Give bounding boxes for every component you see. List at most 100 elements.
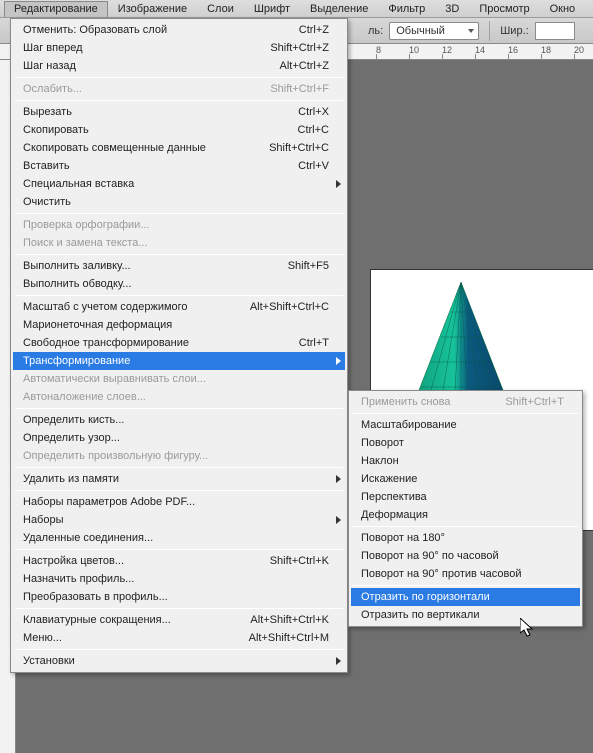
transform-submenu-item[interactable]: Поворот на 90° по часовой	[351, 547, 580, 565]
menubar-item-8[interactable]: Окно	[540, 1, 586, 17]
menubar-item-0[interactable]: Редактирование	[4, 1, 108, 17]
menu-item-label: Отразить по горизонтали	[361, 591, 490, 603]
menu-item-label: Масштабирование	[361, 419, 457, 431]
style-select[interactable]: Обычный	[389, 22, 479, 40]
menubar-item-1[interactable]: Изображение	[108, 1, 197, 17]
transform-submenu-item[interactable]: Поворот на 180°	[351, 529, 580, 547]
menu-item-label: Установки	[23, 655, 75, 667]
transform-submenu-item[interactable]: Поворот на 90° против часовой	[351, 565, 580, 583]
transform-submenu-item[interactable]: Перспектива	[351, 488, 580, 506]
menu-item-shortcut: Alt+Shift+Ctrl+M	[249, 632, 329, 644]
edit-menu-item[interactable]: Определить кисть...	[13, 411, 345, 429]
edit-menu-item[interactable]: Отменить: Образовать слой Ctrl+Z	[13, 21, 345, 39]
edit-menu-item[interactable]: Выполнить заливку...Shift+F5	[13, 257, 345, 275]
menu-item-shortcut: Shift+Ctrl+Z	[270, 42, 329, 54]
menu-item-label: Вырезать	[23, 106, 72, 118]
edit-menu-item[interactable]: Шаг впередShift+Ctrl+Z	[13, 39, 345, 57]
style-label: ль:	[368, 25, 383, 37]
edit-menu-item[interactable]: Выполнить обводку...	[13, 275, 345, 293]
edit-menu-item[interactable]: Вырезать Ctrl+X	[13, 103, 345, 121]
menu-item-label: Ослабить...	[23, 83, 82, 95]
edit-menu-item[interactable]: Определить узор...	[13, 429, 345, 447]
menubar-item-5[interactable]: Фильтр	[378, 1, 435, 17]
transform-submenu-item[interactable]: Поворот	[351, 434, 580, 452]
menubar-item-4[interactable]: Выделение	[300, 1, 378, 17]
menu-item-label: Перспектива	[361, 491, 427, 503]
edit-menu-item: Ослабить...Shift+Ctrl+F	[13, 80, 345, 98]
menu-item-label: Вставить	[23, 160, 70, 172]
menu-item-label: Деформация	[361, 509, 428, 521]
edit-menu-item[interactable]: Очистить	[13, 193, 345, 211]
edit-menu-item[interactable]: Настройка цветов...Shift+Ctrl+K	[13, 552, 345, 570]
menu-item-label: Трансформирование	[23, 355, 130, 367]
menu-item-label: Определить кисть...	[23, 414, 124, 426]
transform-submenu-item[interactable]: Деформация	[351, 506, 580, 524]
edit-menu-item[interactable]: Клавиатурные сокращения...Alt+Shift+Ctrl…	[13, 611, 345, 629]
edit-menu-item[interactable]: Трансформирование	[13, 352, 345, 370]
menu-item-shortcut: Ctrl+X	[298, 106, 329, 118]
menubar-item-6[interactable]: 3D	[435, 1, 469, 17]
edit-menu-item[interactable]: СкопироватьCtrl+C	[13, 121, 345, 139]
menu-item-shortcut: Ctrl+Z	[299, 24, 329, 36]
edit-menu-item[interactable]: ВставитьCtrl+V	[13, 157, 345, 175]
menu-separator	[15, 77, 343, 78]
transform-submenu-item[interactable]: Масштабирование	[351, 416, 580, 434]
transform-submenu-item[interactable]: Искажение	[351, 470, 580, 488]
ruler-tick: 14	[475, 45, 485, 55]
edit-menu-item[interactable]: Установки	[13, 652, 345, 670]
menu-item-label: Определить узор...	[23, 432, 120, 444]
menu-item-label: Марионеточная деформация	[23, 319, 172, 331]
edit-menu-item[interactable]: Удаленные соединения...	[13, 529, 345, 547]
edit-menu-item[interactable]: Наборы параметров Adobe PDF...	[13, 493, 345, 511]
edit-menu-item[interactable]: Специальная вставка	[13, 175, 345, 193]
menu-item-label: Удалить из памяти	[23, 473, 119, 485]
edit-menu-item[interactable]: Наборы	[13, 511, 345, 529]
transform-submenu-item[interactable]: Отразить по горизонтали	[351, 588, 580, 606]
edit-menu-item[interactable]: Марионеточная деформация	[13, 316, 345, 334]
menu-separator	[15, 490, 343, 491]
edit-menu-item[interactable]: Удалить из памяти	[13, 470, 345, 488]
edit-menu-item[interactable]: Свободное трансформированиеCtrl+T	[13, 334, 345, 352]
chevron-right-icon	[336, 357, 341, 365]
menu-item-label: Удаленные соединения...	[23, 532, 153, 544]
edit-menu-item[interactable]: Меню...Alt+Shift+Ctrl+M	[13, 629, 345, 647]
menu-item-label: Преобразовать в профиль...	[23, 591, 168, 603]
menu-separator	[353, 413, 578, 414]
menu-separator	[15, 549, 343, 550]
transform-submenu-item[interactable]: Отразить по вертикали	[351, 606, 580, 624]
menu-item-label: Масштаб с учетом содержимого	[23, 301, 188, 313]
ruler-tick: 18	[541, 45, 551, 55]
menu-item-label: Очистить	[23, 196, 71, 208]
edit-menu-item: Автоматически выравнивать слои...	[13, 370, 345, 388]
menu-item-label: Шаг назад	[23, 60, 76, 72]
menu-item-shortcut: Shift+Ctrl+T	[505, 396, 564, 408]
menu-item-label: Наборы параметров Adobe PDF...	[23, 496, 195, 508]
edit-menu-dropdown: Отменить: Образовать слой Ctrl+Z Шаг впере…	[10, 18, 348, 673]
edit-menu-item[interactable]: Шаг назадAlt+Ctrl+Z	[13, 57, 345, 75]
menu-item-label: Отменить: Образовать слой	[23, 24, 167, 36]
menubar-item-7[interactable]: Просмотр	[469, 1, 539, 17]
edit-menu-item[interactable]: Масштаб с учетом содержимогоAlt+Shift+Ct…	[13, 298, 345, 316]
width-input[interactable]	[535, 22, 575, 40]
edit-menu-item: Поиск и замена текста...	[13, 234, 345, 252]
menu-item-label: Поиск и замена текста...	[23, 237, 148, 249]
menu-item-label: Наклон	[361, 455, 399, 467]
ruler-mark	[508, 54, 509, 59]
chevron-right-icon	[336, 657, 341, 665]
menubar-item-2[interactable]: Слои	[197, 1, 244, 17]
menu-item-label: Свободное трансформирование	[23, 337, 189, 349]
chevron-right-icon	[336, 180, 341, 188]
transform-submenu: Применить сноваShift+Ctrl+TМасштабирован…	[348, 390, 583, 627]
menu-item-label: Назначить профиль...	[23, 573, 134, 585]
menu-separator	[15, 649, 343, 650]
edit-menu-item[interactable]: Назначить профиль...	[13, 570, 345, 588]
menu-item-label: Поворот на 90° против часовой	[361, 568, 522, 580]
menu-item-label: Клавиатурные сокращения...	[23, 614, 171, 626]
menubar-item-3[interactable]: Шрифт	[244, 1, 300, 17]
edit-menu-item[interactable]: Преобразовать в профиль...	[13, 588, 345, 606]
transform-submenu-item[interactable]: Наклон	[351, 452, 580, 470]
menu-item-label: Скопировать совмещенные данные	[23, 142, 206, 154]
ruler-tick: 20	[574, 45, 584, 55]
menu-item-shortcut: Shift+F5	[288, 260, 329, 272]
edit-menu-item[interactable]: Скопировать совмещенные данныеShift+Ctrl…	[13, 139, 345, 157]
